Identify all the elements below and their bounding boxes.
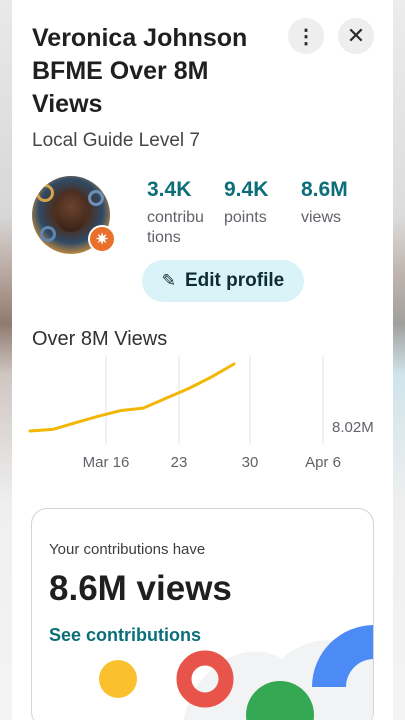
blurred-background-right [393, 0, 405, 720]
stat-value: 9.4K [224, 178, 269, 201]
stat-value: 3.4K [147, 178, 192, 201]
avatar-decor [40, 226, 56, 242]
yellow-circle [99, 660, 137, 698]
edit-profile-button[interactable]: ✎ Edit profile [142, 260, 304, 302]
pencil-icon: ✎ [161, 271, 176, 290]
views-chart: 8.02M Mar 16 23 30 Apr 6 [12, 356, 393, 480]
chart-x-tick-label: 23 [171, 454, 188, 471]
local-guide-star-icon: ✷ [88, 225, 116, 253]
profile-header-card: Veronica Johnson BFME Over 8M Views ⋮ ✕ … [12, 0, 393, 356]
avatar-decor [36, 184, 54, 202]
stat-value: 8.6M [301, 178, 348, 201]
close-icon: ✕ [346, 23, 366, 48]
chart-value-label: 8.02M [332, 419, 374, 436]
contributions-card[interactable]: Your contributions have 8.6M views See c… [31, 508, 374, 720]
chart-x-tick-label: Apr 6 [305, 454, 341, 471]
chart-x-tick-label: 30 [242, 454, 259, 471]
profile-name: Veronica Johnson BFME Over 8M Views [32, 24, 248, 118]
views-series-line [28, 362, 236, 433]
more-vertical-icon: ⋮ [296, 25, 316, 48]
edit-profile-label: Edit profile [185, 270, 285, 291]
chart-x-tick-label: Mar 16 [83, 454, 130, 471]
stat-contributions[interactable]: 3.4K contribu tions [147, 178, 219, 248]
decorative-shapes [99, 625, 373, 720]
stat-label: contribu tions [147, 209, 204, 246]
close-button[interactable]: ✕ [338, 18, 374, 54]
section-title: Over 8M Views [32, 328, 168, 350]
more-options-button[interactable]: ⋮ [288, 18, 324, 54]
views-chart-svg: 8.02M Mar 16 23 30 Apr 6 [28, 356, 374, 471]
stat-views[interactable]: 8.6M views [301, 178, 371, 228]
avatar-face [56, 190, 86, 232]
avatar-decor [88, 190, 104, 206]
blurred-background-left [0, 0, 12, 720]
stat-label: points [224, 209, 267, 226]
local-guide-level: Local Guide Level 7 [32, 130, 200, 151]
stat-points[interactable]: 9.4K points [224, 178, 294, 228]
stat-label: views [301, 209, 342, 226]
